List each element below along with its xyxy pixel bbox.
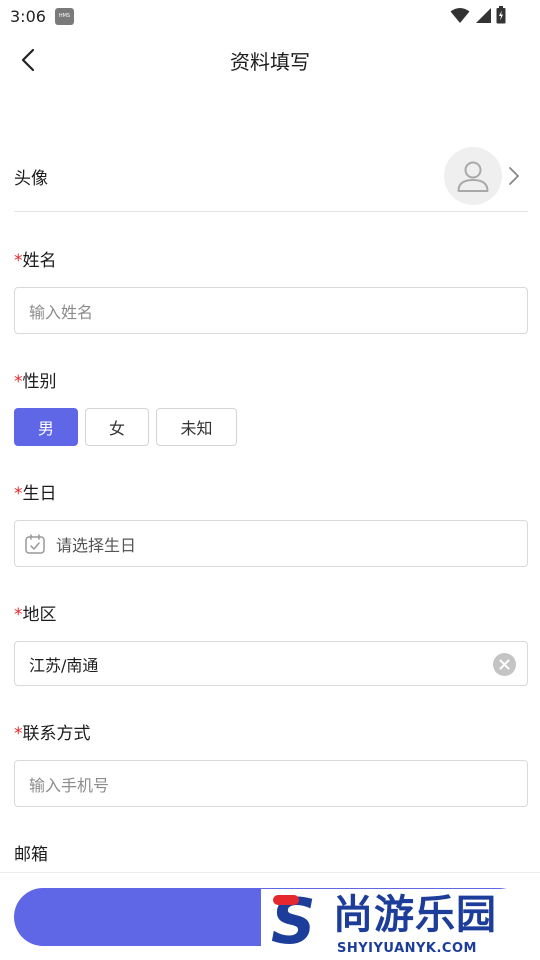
contact-label: *联系方式 <box>14 719 91 744</box>
battery-icon <box>496 6 506 24</box>
gender-option-male[interactable]: 男 <box>14 408 78 446</box>
close-icon <box>499 659 510 670</box>
phone-input[interactable]: 输入手机号 <box>14 760 528 807</box>
watermark-brand: 尚游乐园 <box>333 892 497 938</box>
avatar-label: 头像 <box>14 169 48 189</box>
page-title: 资料填写 <box>230 50 310 74</box>
required-mark: * <box>14 605 23 625</box>
contact-label-text: 联系方式 <box>22 724 91 744</box>
bottom-divider <box>0 872 540 873</box>
watermark: S 尚游乐园 SHYIYUANYK.COM <box>261 889 540 960</box>
watermark-url: SHYIYUANYK.COM <box>337 941 477 956</box>
gender-option-female[interactable]: 女 <box>85 408 149 446</box>
watermark-red-accent <box>273 895 299 905</box>
birthday-label-text: 生日 <box>22 484 57 504</box>
status-icons <box>450 6 506 24</box>
clear-button[interactable] <box>493 653 516 676</box>
required-mark: * <box>14 372 23 392</box>
chevron-right-icon <box>509 167 519 185</box>
required-mark: * <box>14 251 23 271</box>
name-placeholder: 输入姓名 <box>29 302 94 322</box>
name-input[interactable]: 输入姓名 <box>14 287 528 334</box>
name-label-text: 姓名 <box>22 251 57 271</box>
wifi-icon <box>450 7 470 23</box>
birthday-picker[interactable]: 请选择生日 <box>14 520 528 567</box>
birthday-placeholder: 请选择生日 <box>56 535 137 555</box>
gender-option-unknown[interactable]: 未知 <box>156 408 237 446</box>
birthday-label: *生日 <box>14 479 57 504</box>
avatar[interactable] <box>444 147 502 205</box>
name-label: *姓名 <box>14 246 57 271</box>
required-mark: * <box>14 484 23 504</box>
region-value: 江苏/南通 <box>29 655 99 675</box>
region-input[interactable]: 江苏/南通 <box>14 641 528 686</box>
calendar-icon <box>25 533 45 554</box>
region-label-text: 地区 <box>22 605 57 625</box>
signal-icon <box>476 7 491 23</box>
gender-label-text: 性别 <box>22 372 57 392</box>
gender-selector: 男 女 未知 <box>14 408 237 446</box>
email-label: 邮箱 <box>14 845 48 865</box>
required-mark: * <box>14 724 23 744</box>
gender-label: *性别 <box>14 367 57 392</box>
nav-bar: 资料填写 <box>0 32 540 88</box>
phone-placeholder: 输入手机号 <box>29 775 110 795</box>
status-bar: 3:06 HMS <box>0 0 540 32</box>
region-label: *地区 <box>14 600 57 625</box>
status-time: 3:06 <box>10 6 46 26</box>
user-icon <box>457 161 489 192</box>
hms-badge: HMS <box>54 7 74 25</box>
avatar-row[interactable]: 头像 <box>14 140 528 212</box>
